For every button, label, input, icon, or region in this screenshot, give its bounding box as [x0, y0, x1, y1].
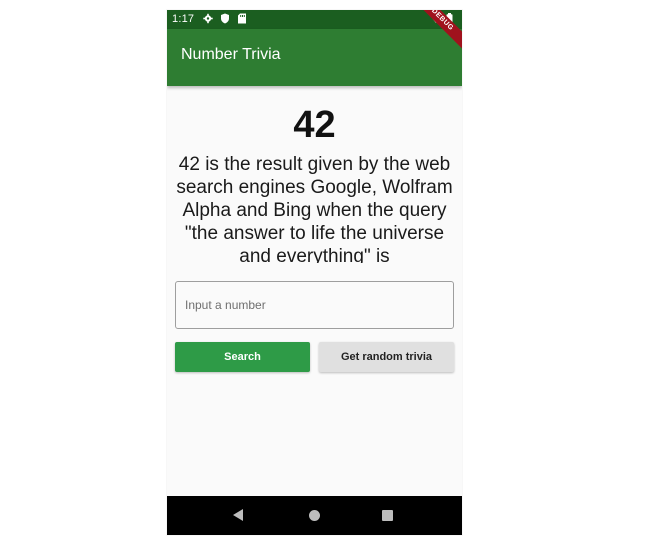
recent-apps-icon[interactable] [382, 510, 393, 521]
status-bar: 1:17 [167, 10, 462, 29]
trivia-content: 42 42 is the result given by the web sea… [167, 86, 462, 506]
status-icons-left [203, 13, 247, 24]
random-trivia-button[interactable]: Get random trivia [319, 342, 454, 372]
search-button[interactable]: Search [175, 342, 310, 372]
home-icon[interactable] [309, 510, 320, 521]
shield-icon [220, 13, 230, 24]
app-bar: Number Trivia [167, 29, 462, 86]
screen: 1:17 DEBUG Number Trivia 42 42 is the re… [0, 0, 668, 545]
back-icon[interactable] [233, 509, 243, 521]
status-time: 1:17 [172, 13, 195, 25]
trivia-text-container[interactable]: 42 is the result given by the web search… [175, 153, 454, 263]
number-input-field[interactable] [175, 281, 454, 329]
sd-card-icon [237, 13, 247, 24]
number-input[interactable] [185, 282, 443, 328]
trivia-text: 42 is the result given by the web search… [176, 154, 453, 263]
gear-icon [203, 13, 213, 24]
app-title: Number Trivia [181, 46, 281, 63]
phone-screen: 1:17 DEBUG Number Trivia 42 42 is the re… [167, 10, 462, 535]
trivia-number: 42 [293, 104, 336, 146]
navigation-bar [167, 496, 462, 535]
